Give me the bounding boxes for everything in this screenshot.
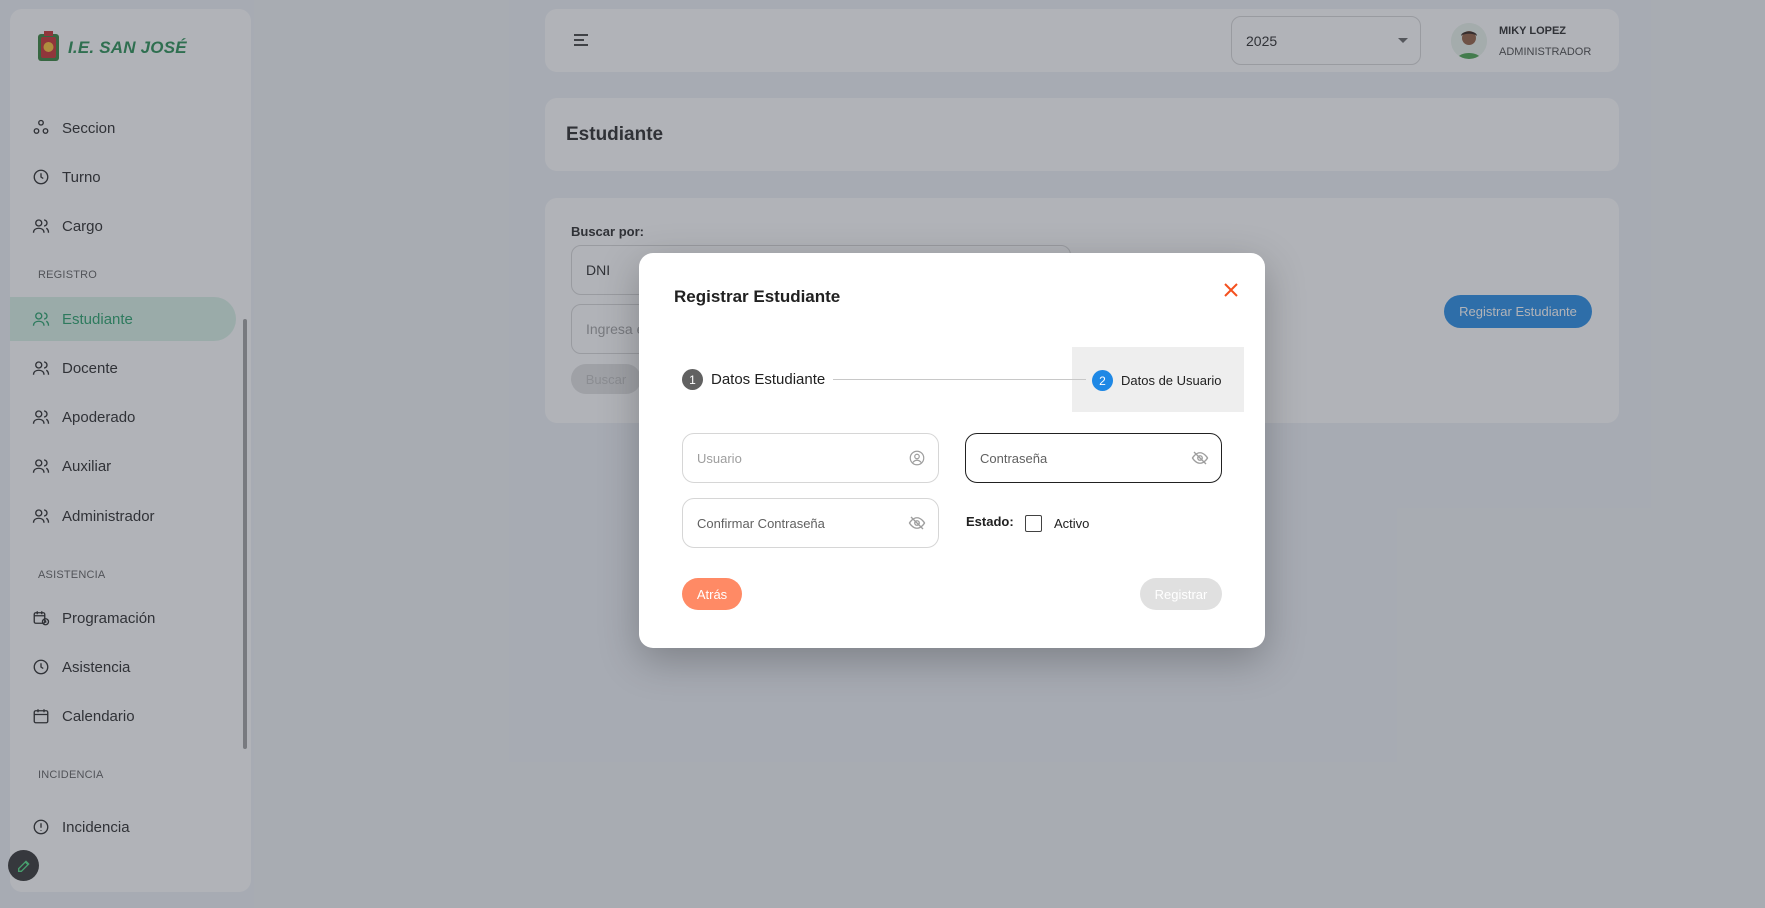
usuario-field[interactable]: Usuario [682, 433, 939, 483]
estado-label: Estado: [966, 514, 1014, 529]
step-number: 1 [682, 369, 703, 390]
step-number: 2 [1092, 370, 1113, 391]
step-datos-estudiante[interactable]: 1 Datos Estudiante [682, 369, 825, 390]
eye-off-icon[interactable] [908, 514, 926, 532]
confirm-password-field[interactable]: Confirmar Contraseña [682, 498, 939, 548]
password-placeholder: Contraseña [980, 450, 1048, 466]
usuario-placeholder: Usuario [697, 450, 742, 466]
user-circle-icon [909, 450, 925, 466]
activo-checkbox[interactable] [1025, 515, 1042, 532]
register-student-modal: Registrar Estudiante 1 Datos Estudiante … [639, 253, 1265, 648]
confirm-password-placeholder: Confirmar Contraseña [697, 515, 825, 531]
close-button[interactable] [1222, 281, 1240, 299]
register-button[interactable]: Registrar [1140, 578, 1222, 610]
back-button[interactable]: Atrás [682, 578, 742, 610]
step-label: Datos Estudiante [711, 371, 826, 388]
step-label: Datos de Usuario [1121, 373, 1222, 388]
step-datos-usuario[interactable]: 2 Datos de Usuario [1092, 370, 1221, 391]
eye-off-icon[interactable] [1191, 449, 1209, 467]
activo-label[interactable]: Activo [1054, 516, 1089, 531]
modal-title: Registrar Estudiante [674, 287, 841, 306]
close-icon [1224, 283, 1238, 297]
step-connector [833, 379, 1086, 380]
password-field[interactable]: Contraseña [965, 433, 1222, 483]
